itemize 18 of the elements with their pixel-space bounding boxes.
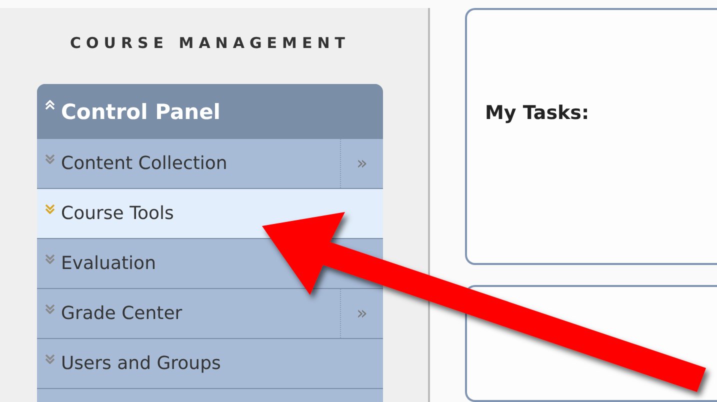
double-chevron-down-icon — [45, 154, 55, 164]
double-chevron-down-icon — [45, 354, 55, 364]
double-chevron-up-icon — [45, 100, 55, 110]
panel-title: Control Panel — [61, 100, 221, 124]
double-chevron-down-icon — [45, 204, 55, 214]
sidebar-title: COURSE MANAGEMENT — [69, 34, 351, 52]
menu-item-label: Content Collection — [61, 153, 228, 174]
double-chevron-down-icon — [45, 304, 55, 314]
module-title: My Tasks: — [485, 102, 590, 124]
menu-item[interactable]: Grade Center » — [37, 289, 383, 339]
menu-item-label: Users and Groups — [61, 353, 222, 374]
control-panel-header[interactable]: Control Panel — [37, 84, 383, 139]
menu-item-label: Course Tools — [61, 203, 175, 224]
menu-item[interactable]: Content Collection » — [37, 139, 383, 189]
menu-item-label: Evaluation — [61, 253, 157, 274]
double-chevron-down-icon — [45, 254, 55, 264]
menu-item[interactable]: Course Tools — [37, 189, 383, 239]
menu-item-label: Grade Center — [61, 303, 184, 324]
